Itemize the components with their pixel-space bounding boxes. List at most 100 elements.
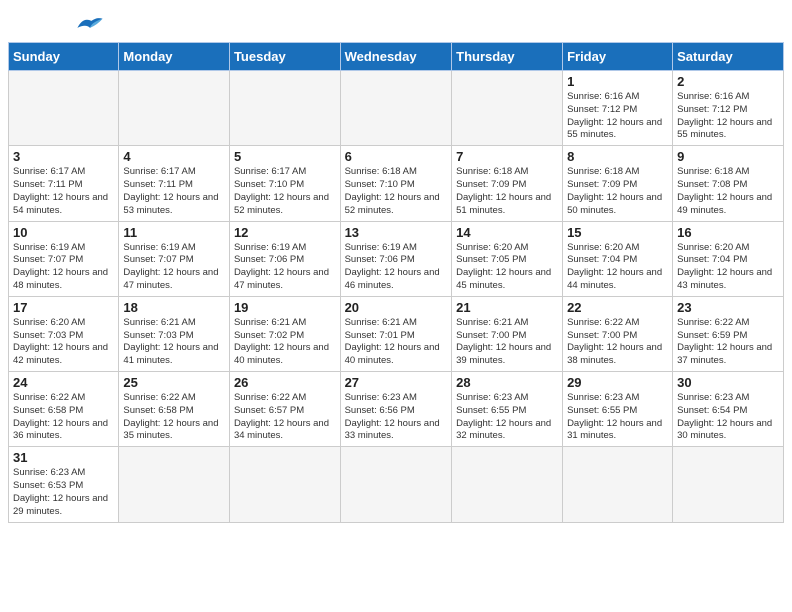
calendar-cell: 5 Sunrise: 6:17 AM Sunset: 7:10 PM Daylig… xyxy=(229,146,340,221)
calendar-cell: 25 Sunrise: 6:22 AM Sunset: 6:58 PM Dayli… xyxy=(119,372,230,447)
weekday-header-tuesday: Tuesday xyxy=(229,43,340,71)
day-number: 6 xyxy=(345,149,448,164)
day-number: 22 xyxy=(567,300,668,315)
day-info: Sunrise: 6:18 AM Sunset: 7:08 PM Dayligh… xyxy=(677,166,779,217)
day-info: Sunrise: 6:19 AM Sunset: 7:06 PM Dayligh… xyxy=(345,242,448,293)
calendar-cell: 27 Sunrise: 6:23 AM Sunset: 6:56 PM Dayli… xyxy=(340,372,452,447)
calendar-cell: 17 Sunrise: 6:20 AM Sunset: 7:03 PM Dayli… xyxy=(9,296,119,371)
day-number: 28 xyxy=(456,375,558,390)
day-number: 26 xyxy=(234,375,336,390)
calendar-cell: 10Sunrise: 6:19 AM Sunset: 7:07 PM Dayli… xyxy=(9,221,119,296)
day-number: 3 xyxy=(13,149,114,164)
calendar-header-row: SundayMondayTuesdayWednesdayThursdayFrid… xyxy=(9,43,784,71)
day-info: Sunrise: 6:18 AM Sunset: 7:10 PM Dayligh… xyxy=(345,166,448,217)
day-number: 7 xyxy=(456,149,558,164)
day-number: 21 xyxy=(456,300,558,315)
calendar-cell: 15Sunrise: 6:20 AM Sunset: 7:04 PM Dayli… xyxy=(563,221,673,296)
day-info: Sunrise: 6:21 AM Sunset: 7:00 PM Dayligh… xyxy=(456,317,558,368)
day-number: 11 xyxy=(123,225,225,240)
day-number: 16 xyxy=(677,225,779,240)
calendar-cell xyxy=(452,447,563,522)
calendar-week-row: 24 Sunrise: 6:22 AM Sunset: 6:58 PM Dayli… xyxy=(9,372,784,447)
calendar-cell xyxy=(119,71,230,146)
day-number: 25 xyxy=(123,375,225,390)
day-number: 27 xyxy=(345,375,448,390)
day-info: Sunrise: 6:18 AM Sunset: 7:09 PM Dayligh… xyxy=(456,166,558,217)
day-info: Sunrise: 6:20 AM Sunset: 7:05 PM Dayligh… xyxy=(456,242,558,293)
calendar-cell: 19Sunrise: 6:21 AM Sunset: 7:02 PM Dayli… xyxy=(229,296,340,371)
calendar-cell: 14 Sunrise: 6:20 AM Sunset: 7:05 PM Dayli… xyxy=(452,221,563,296)
day-info: Sunrise: 6:22 AM Sunset: 6:58 PM Dayligh… xyxy=(123,392,225,443)
calendar-cell xyxy=(229,71,340,146)
day-number: 12 xyxy=(234,225,336,240)
day-info: Sunrise: 6:23 AM Sunset: 6:53 PM Dayligh… xyxy=(13,467,114,518)
day-info: Sunrise: 6:22 AM Sunset: 6:59 PM Dayligh… xyxy=(677,317,779,368)
day-info: Sunrise: 6:20 AM Sunset: 7:03 PM Dayligh… xyxy=(13,317,114,368)
day-info: Sunrise: 6:22 AM Sunset: 7:00 PM Dayligh… xyxy=(567,317,668,368)
calendar-cell: 23 Sunrise: 6:22 AM Sunset: 6:59 PM Dayli… xyxy=(673,296,784,371)
logo-bird-icon xyxy=(76,14,104,32)
calendar-cell: 4 Sunrise: 6:17 AM Sunset: 7:11 PM Daylig… xyxy=(119,146,230,221)
day-info: Sunrise: 6:16 AM Sunset: 7:12 PM Dayligh… xyxy=(677,91,779,142)
day-info: Sunrise: 6:18 AM Sunset: 7:09 PM Dayligh… xyxy=(567,166,668,217)
calendar-cell xyxy=(452,71,563,146)
calendar-cell: 26 Sunrise: 6:22 AM Sunset: 6:57 PM Dayli… xyxy=(229,372,340,447)
day-number: 5 xyxy=(234,149,336,164)
day-number: 1 xyxy=(567,74,668,89)
day-number: 18 xyxy=(123,300,225,315)
day-info: Sunrise: 6:20 AM Sunset: 7:04 PM Dayligh… xyxy=(567,242,668,293)
calendar-cell: 30Sunrise: 6:23 AM Sunset: 6:54 PM Dayli… xyxy=(673,372,784,447)
calendar-cell xyxy=(229,447,340,522)
day-info: Sunrise: 6:21 AM Sunset: 7:03 PM Dayligh… xyxy=(123,317,225,368)
page-header xyxy=(0,0,792,42)
day-info: Sunrise: 6:23 AM Sunset: 6:56 PM Dayligh… xyxy=(345,392,448,443)
day-number: 14 xyxy=(456,225,558,240)
day-info: Sunrise: 6:21 AM Sunset: 7:02 PM Dayligh… xyxy=(234,317,336,368)
calendar-cell: 3 Sunrise: 6:17 AM Sunset: 7:11 PM Daylig… xyxy=(9,146,119,221)
weekday-header-monday: Monday xyxy=(119,43,230,71)
calendar-week-row: 3 Sunrise: 6:17 AM Sunset: 7:11 PM Daylig… xyxy=(9,146,784,221)
calendar-cell xyxy=(673,447,784,522)
day-number: 8 xyxy=(567,149,668,164)
calendar-cell xyxy=(340,447,452,522)
calendar-cell xyxy=(9,71,119,146)
day-number: 31 xyxy=(13,450,114,465)
weekday-header-wednesday: Wednesday xyxy=(340,43,452,71)
calendar-cell: 11 Sunrise: 6:19 AM Sunset: 7:07 PM Dayli… xyxy=(119,221,230,296)
calendar-week-row: 31 Sunrise: 6:23 AM Sunset: 6:53 PM Dayli… xyxy=(9,447,784,522)
calendar-week-row: 17 Sunrise: 6:20 AM Sunset: 7:03 PM Dayli… xyxy=(9,296,784,371)
day-info: Sunrise: 6:22 AM Sunset: 6:58 PM Dayligh… xyxy=(13,392,114,443)
calendar-week-row: 10Sunrise: 6:19 AM Sunset: 7:07 PM Dayli… xyxy=(9,221,784,296)
calendar-cell: 8 Sunrise: 6:18 AM Sunset: 7:09 PM Daylig… xyxy=(563,146,673,221)
calendar-cell: 21 Sunrise: 6:21 AM Sunset: 7:00 PM Dayli… xyxy=(452,296,563,371)
day-info: Sunrise: 6:17 AM Sunset: 7:11 PM Dayligh… xyxy=(13,166,114,217)
day-number: 4 xyxy=(123,149,225,164)
calendar-cell xyxy=(563,447,673,522)
day-info: Sunrise: 6:17 AM Sunset: 7:11 PM Dayligh… xyxy=(123,166,225,217)
calendar-cell: 16 Sunrise: 6:20 AM Sunset: 7:04 PM Dayli… xyxy=(673,221,784,296)
day-number: 23 xyxy=(677,300,779,315)
calendar-cell: 24 Sunrise: 6:22 AM Sunset: 6:58 PM Dayli… xyxy=(9,372,119,447)
day-number: 29 xyxy=(567,375,668,390)
calendar-cell: 6 Sunrise: 6:18 AM Sunset: 7:10 PM Daylig… xyxy=(340,146,452,221)
calendar-cell: 13 Sunrise: 6:19 AM Sunset: 7:06 PM Dayli… xyxy=(340,221,452,296)
day-number: 13 xyxy=(345,225,448,240)
day-info: Sunrise: 6:19 AM Sunset: 7:07 PM Dayligh… xyxy=(123,242,225,293)
day-info: Sunrise: 6:23 AM Sunset: 6:55 PM Dayligh… xyxy=(456,392,558,443)
day-info: Sunrise: 6:19 AM Sunset: 7:06 PM Dayligh… xyxy=(234,242,336,293)
day-info: Sunrise: 6:20 AM Sunset: 7:04 PM Dayligh… xyxy=(677,242,779,293)
calendar-cell: 28 Sunrise: 6:23 AM Sunset: 6:55 PM Dayli… xyxy=(452,372,563,447)
calendar-table: SundayMondayTuesdayWednesdayThursdayFrid… xyxy=(8,42,784,523)
calendar-cell: 1Sunrise: 6:16 AM Sunset: 7:12 PM Daylig… xyxy=(563,71,673,146)
calendar-cell: 22 Sunrise: 6:22 AM Sunset: 7:00 PM Dayli… xyxy=(563,296,673,371)
calendar-container: SundayMondayTuesdayWednesdayThursdayFrid… xyxy=(0,42,792,531)
day-number: 2 xyxy=(677,74,779,89)
calendar-cell: 29Sunrise: 6:23 AM Sunset: 6:55 PM Dayli… xyxy=(563,372,673,447)
day-number: 24 xyxy=(13,375,114,390)
day-info: Sunrise: 6:22 AM Sunset: 6:57 PM Dayligh… xyxy=(234,392,336,443)
weekday-header-saturday: Saturday xyxy=(673,43,784,71)
day-info: Sunrise: 6:17 AM Sunset: 7:10 PM Dayligh… xyxy=(234,166,336,217)
calendar-cell xyxy=(340,71,452,146)
weekday-header-sunday: Sunday xyxy=(9,43,119,71)
day-number: 17 xyxy=(13,300,114,315)
